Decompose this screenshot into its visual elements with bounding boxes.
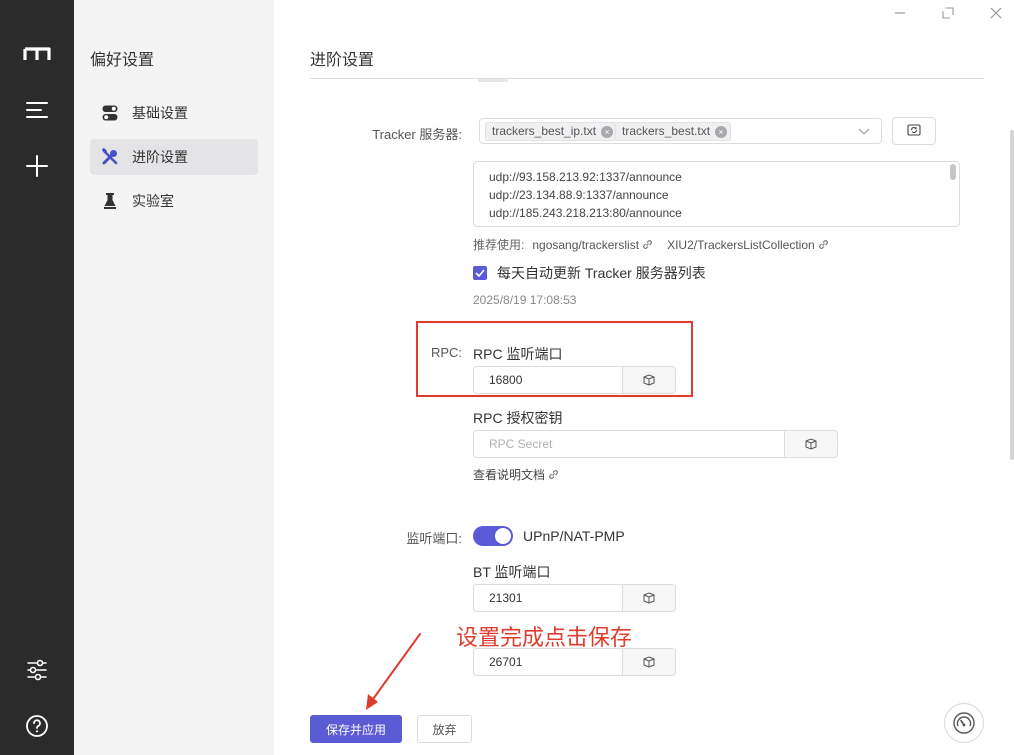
tracker-line: udp://185.243.218.213:80/announce (489, 206, 682, 220)
toggle-knob (495, 528, 511, 544)
minimize-icon[interactable] (889, 4, 911, 22)
sidebar-item-label: 实验室 (132, 193, 174, 209)
rpc-port-value: 16800 (489, 373, 523, 387)
close-icon[interactable] (985, 4, 1007, 22)
rpc-port-label: RPC 监听端口 (473, 346, 563, 362)
recommend-row: 推荐使用: ngosang/trackerslist XIU2/Trackers… (473, 236, 829, 253)
flask-icon (100, 191, 120, 211)
help-icon[interactable] (17, 706, 57, 746)
upnp-toggle[interactable] (473, 526, 513, 546)
rpc-secret-field[interactable]: RPC Secret (473, 430, 838, 458)
tracker-tag: trackers_best_ip.txt × (485, 122, 618, 141)
generate-secret-button[interactable] (784, 431, 837, 457)
tab-indicator (478, 79, 508, 82)
sidebar-item-label: 基础设置 (132, 105, 188, 121)
tracker-line: udp://23.134.88.9:1337/announce (489, 188, 669, 202)
link-text: XIU2/TrackersListCollection (667, 237, 815, 252)
randomize-dht-port-button[interactable] (622, 649, 675, 675)
dice-icon (643, 656, 655, 668)
page-scrollbar[interactable] (1010, 130, 1014, 460)
tracker-tag-label: trackers_best_ip.txt (492, 124, 597, 138)
link-text: ngosang/trackerslist (532, 237, 640, 252)
tracker-label: Tracker 服务器: (372, 127, 462, 142)
rpc-label: RPC: (430, 345, 462, 360)
toggle-icon (100, 103, 120, 123)
auto-update-label: 每天自动更新 Tracker 服务器列表 (497, 265, 706, 281)
doc-link-text: 查看说明文档 (473, 468, 546, 482)
ngosang-link[interactable]: ngosang/trackerslist (532, 238, 653, 252)
dht-port-value: 26701 (489, 655, 523, 669)
sync-icon (907, 123, 921, 139)
doc-link[interactable]: 查看说明文档 (473, 466, 559, 483)
tag-remove-icon[interactable]: × (715, 126, 728, 138)
link-icon (643, 240, 652, 249)
link-icon (549, 470, 558, 479)
check-icon (475, 269, 485, 277)
page-title: 进阶设置 (310, 52, 375, 69)
annotation-text: 设置完成点击保存 (456, 625, 633, 650)
textarea-scrollbar[interactable] (950, 164, 956, 180)
menu-icon[interactable] (17, 90, 57, 130)
preferences-icon[interactable] (17, 650, 57, 690)
sidebar-title: 偏好设置 (90, 52, 155, 69)
rpc-secret-label: RPC 授权密钥 (473, 410, 563, 426)
tracker-line: udp://93.158.213.92:1337/announce (489, 170, 682, 184)
auto-update-row: 每天自动更新 Tracker 服务器列表 (473, 263, 706, 283)
speedometer-button[interactable] (944, 703, 984, 743)
listen-port-label: 监听端口: (406, 531, 462, 546)
dice-icon (643, 374, 655, 386)
sync-trackers-button[interactable] (892, 117, 936, 145)
annotation-arrow (366, 633, 421, 710)
title-divider (310, 78, 984, 79)
upnp-label: UPnP/NAT-PMP (523, 528, 625, 544)
sidebar-item-lab[interactable]: 实验室 (90, 183, 258, 219)
tracker-tag-label: trackers_best.txt (622, 124, 711, 138)
tag-remove-icon[interactable]: × (601, 126, 614, 138)
logo-icon[interactable] (17, 34, 57, 74)
discard-button[interactable]: 放弃 (417, 715, 472, 743)
speedometer-icon (953, 712, 975, 734)
settings-sidebar: 偏好设置 基础设置 进阶设置 实验室 (74, 0, 274, 755)
rpc-port-field[interactable]: 16800 (473, 366, 676, 394)
dht-port-field[interactable]: 26701 (473, 648, 676, 676)
randomize-port-button[interactable] (622, 367, 675, 393)
sidebar-item-basic[interactable]: 基础设置 (90, 95, 258, 131)
rpc-secret-placeholder: RPC Secret (489, 437, 553, 451)
dice-icon (643, 592, 655, 604)
save-apply-button[interactable]: 保存并应用 (310, 715, 402, 743)
xiu2-link[interactable]: XIU2/TrackersListCollection (667, 238, 829, 252)
dice-icon (805, 438, 817, 450)
randomize-bt-port-button[interactable] (622, 585, 675, 611)
app-rail (0, 0, 74, 755)
bt-port-label: BT 监听端口 (473, 564, 551, 580)
tracker-list-textarea[interactable]: udp://93.158.213.92:1337/announce udp://… (473, 161, 960, 227)
maximize-icon[interactable] (937, 4, 959, 22)
recommend-label: 推荐使用: (473, 238, 525, 252)
add-icon[interactable] (17, 146, 57, 186)
tools-icon (100, 147, 120, 167)
chevron-down-icon[interactable] (856, 123, 872, 139)
sidebar-item-label: 进阶设置 (132, 149, 188, 165)
tracker-source-select[interactable]: trackers_best_ip.txt × trackers_best.txt… (479, 118, 882, 144)
last-updated-time: 2025/8/19 17:08:53 (473, 293, 577, 307)
tracker-tag: trackers_best.txt × (615, 122, 732, 141)
bt-port-field[interactable]: 21301 (473, 584, 676, 612)
auto-update-checkbox[interactable] (473, 266, 487, 280)
sidebar-item-advanced[interactable]: 进阶设置 (90, 139, 258, 175)
link-icon (818, 240, 828, 249)
bt-port-value: 21301 (489, 591, 523, 605)
